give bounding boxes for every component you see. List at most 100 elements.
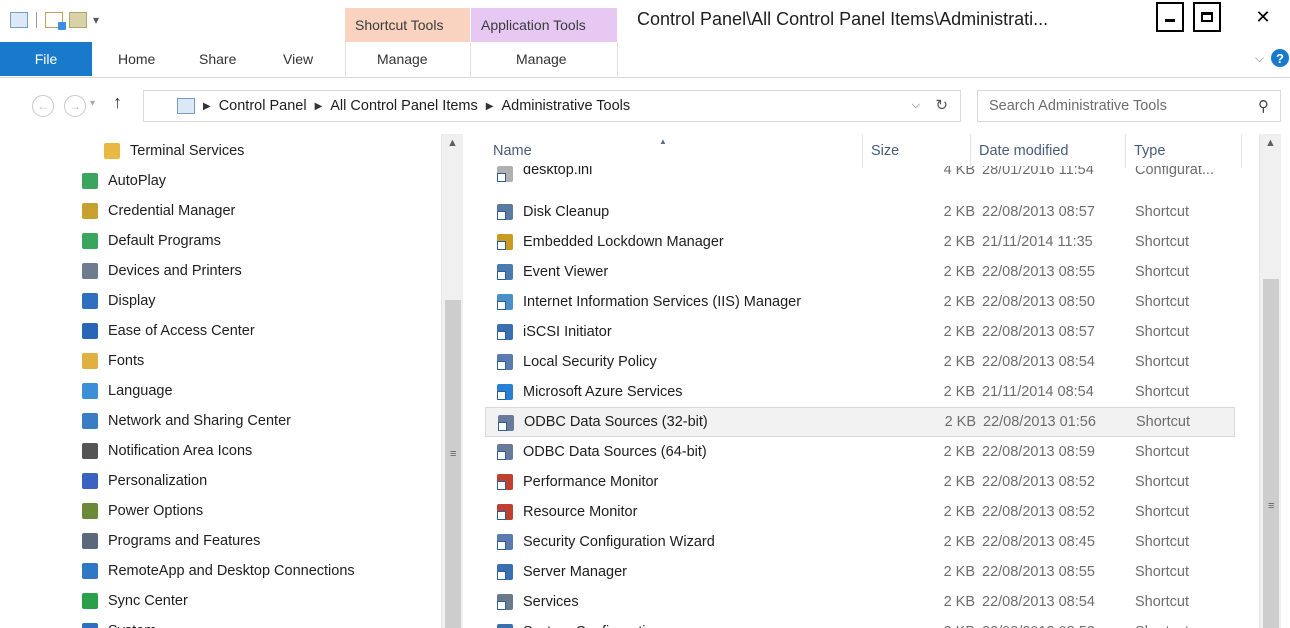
nav-item[interactable]: Power Options — [82, 496, 203, 526]
column-header-date-modified[interactable]: Date modified — [971, 134, 1126, 168]
column-header-size[interactable]: Size — [863, 134, 971, 168]
help-icon[interactable]: ? — [1271, 49, 1289, 67]
tab-share[interactable]: Share — [199, 51, 236, 67]
resource-monitor-icon — [497, 504, 513, 520]
file-row[interactable]: ODBC Data Sources (64-bit) 2 KB 22/08/2013… — [485, 437, 1235, 467]
file-name: Internet Information Services (IIS) Mana… — [523, 294, 802, 310]
new-folder-icon[interactable] — [69, 12, 87, 28]
breadcrumb-separator-icon[interactable]: ▶ — [315, 101, 323, 112]
file-name: Resource Monitor — [523, 504, 638, 520]
nav-item[interactable]: Ease of Access Center — [82, 316, 255, 346]
expand-ribbon-chevron-icon[interactable]: ⌵ — [1255, 51, 1264, 66]
maximize-button[interactable] — [1193, 2, 1221, 32]
file-name: Performance Monitor — [523, 474, 659, 490]
file-row[interactable]: Internet Information Services (IIS) Mana… — [485, 287, 1235, 317]
control-panel-icon[interactable] — [10, 12, 28, 28]
nav-item[interactable]: Devices and Printers — [82, 256, 242, 286]
file-row[interactable]: Microsoft Azure Services 2 KB 21/11/2014 0… — [485, 377, 1235, 407]
tab-manage-application[interactable]: Manage — [516, 51, 567, 67]
breadcrumb-separator-icon[interactable]: ▶ — [203, 101, 211, 112]
scrollbar-thumb[interactable] — [445, 300, 461, 628]
nav-item[interactable]: RemoteApp and Desktop Connections — [82, 556, 355, 586]
navigation-pane-scrollbar[interactable]: ▲ ≡ — [441, 134, 463, 628]
folder-icon — [104, 143, 120, 159]
nav-item[interactable]: Personalization — [82, 466, 207, 496]
nav-item[interactable]: AutoPlay — [82, 166, 166, 196]
file-row[interactable]: Services 2 KB 22/08/2013 08:54 Shortcut — [485, 587, 1235, 617]
file-row[interactable]: ODBC Data Sources (32-bit) 2 KB 22/08/2013… — [485, 407, 1235, 437]
nav-item-label: Notification Area Icons — [108, 443, 253, 459]
search-icon[interactable]: ⚲ — [1258, 97, 1269, 115]
breadcrumb-control-panel[interactable]: Control Panel — [219, 98, 307, 114]
nav-item[interactable]: Credential Manager — [82, 196, 235, 226]
file-row[interactable]: Server Manager 2 KB 22/08/2013 08:55 Shortc… — [485, 557, 1235, 587]
file-row[interactable]: System Configuration 2 KB 22/08/2013 08:53… — [485, 617, 1235, 628]
file-date-modified: 22/08/2013 08:50 — [982, 294, 1095, 310]
file-row[interactable]: Security Configuration Wizard 2 KB 22/08/2… — [485, 527, 1235, 557]
nav-item[interactable]: Notification Area Icons — [82, 436, 252, 466]
nav-item[interactable]: Programs and Features — [82, 526, 260, 556]
address-dropdown-icon[interactable]: ⌵ — [912, 99, 920, 112]
breadcrumb-separator-icon[interactable]: ▶ — [486, 101, 494, 112]
address-bar[interactable]: ▶ Control Panel ▶ All Control Panel Item… — [143, 90, 961, 122]
column-header-type[interactable]: Type — [1126, 134, 1242, 168]
nav-item[interactable]: Sync Center — [82, 586, 188, 616]
nav-item[interactable]: Terminal Services — [104, 136, 244, 166]
file-row[interactable]: desktop.ini 4 KB 28/01/2016 11:54 Configura… — [485, 166, 1235, 186]
tab-manage-shortcut[interactable]: Manage — [377, 51, 428, 67]
file-type: Shortcut — [1135, 534, 1189, 550]
column-header-label: Date modified — [979, 143, 1069, 159]
scroll-up-icon[interactable]: ▲ — [447, 137, 458, 149]
file-date-modified: 22/08/2013 01:56 — [983, 414, 1096, 430]
nav-item[interactable]: Network and Sharing Center — [82, 406, 291, 436]
recent-locations-dropdown-icon[interactable]: ▾ — [90, 98, 95, 109]
file-date-modified: 22/08/2013 08:52 — [982, 504, 1095, 520]
notification-icon — [82, 443, 98, 459]
file-size: 2 KB — [943, 594, 975, 610]
tab-file[interactable]: File — [0, 42, 92, 76]
up-button[interactable]: ↑ — [113, 92, 122, 113]
personalization-icon — [82, 473, 98, 489]
nav-item[interactable]: Default Programs — [82, 226, 221, 256]
ribbon-divider — [617, 42, 618, 78]
search-box[interactable]: ⚲ — [977, 90, 1281, 122]
file-type: Shortcut — [1135, 294, 1189, 310]
file-date-modified: 22/08/2013 08:57 — [982, 204, 1095, 220]
services-icon — [497, 594, 513, 610]
customize-toolbar-arrow-icon[interactable]: ▾ — [93, 13, 99, 27]
refresh-icon[interactable]: ↻ — [935, 96, 948, 114]
breadcrumb-administrative-tools[interactable]: Administrative Tools — [501, 98, 630, 114]
file-row[interactable]: Local Security Policy 2 KB 22/08/2013 08:5… — [485, 347, 1235, 377]
nav-item[interactable]: Language — [82, 376, 173, 406]
nav-item[interactable]: System — [82, 616, 156, 628]
file-row[interactable]: iSCSI Initiator 2 KB 22/08/2013 08:57 Short… — [485, 317, 1235, 347]
file-row[interactable]: Performance Monitor 2 KB 22/08/2013 08:52 S… — [485, 467, 1235, 497]
properties-icon[interactable] — [45, 12, 66, 30]
file-row[interactable]: Embedded Lockdown Manager 2 KB 21/11/2014 … — [485, 227, 1235, 257]
column-header-name[interactable]: Name — [485, 134, 863, 168]
lockdown-icon — [497, 234, 513, 250]
file-row[interactable]: Disk Cleanup 2 KB 22/08/2013 08:57 Shortcut — [485, 197, 1235, 227]
iscsi-icon — [497, 324, 513, 340]
minimize-icon — [1165, 18, 1175, 22]
file-row[interactable]: Event Viewer 2 KB 22/08/2013 08:55 Shortcut — [485, 257, 1235, 287]
navigation-pane: Terminal Services AutoPlay Credential Mana… — [0, 134, 463, 628]
scrollbar-thumb[interactable] — [1263, 279, 1279, 628]
search-input[interactable] — [989, 98, 1239, 114]
ribbon-divider — [345, 42, 346, 78]
nav-item[interactable]: Fonts — [82, 346, 144, 376]
file-name: ODBC Data Sources (64-bit) — [523, 444, 707, 460]
nav-item[interactable]: Display — [82, 286, 156, 316]
file-row[interactable]: Resource Monitor 2 KB 22/08/2013 08:52 Shor… — [485, 497, 1235, 527]
breadcrumb-all-items[interactable]: All Control Panel Items — [330, 98, 477, 114]
tab-view[interactable]: View — [283, 51, 313, 67]
file-list-scrollbar[interactable]: ▲ ≡ — [1259, 134, 1281, 628]
tab-home[interactable]: Home — [118, 51, 155, 67]
file-name: Embedded Lockdown Manager — [523, 234, 724, 250]
minimize-button[interactable] — [1156, 2, 1184, 32]
close-button[interactable]: ✕ — [1238, 2, 1288, 32]
remoteapp-icon — [82, 563, 98, 579]
forward-button[interactable]: → — [64, 95, 86, 117]
back-button[interactable]: ← — [32, 95, 54, 117]
scroll-up-icon[interactable]: ▲ — [1265, 137, 1276, 149]
